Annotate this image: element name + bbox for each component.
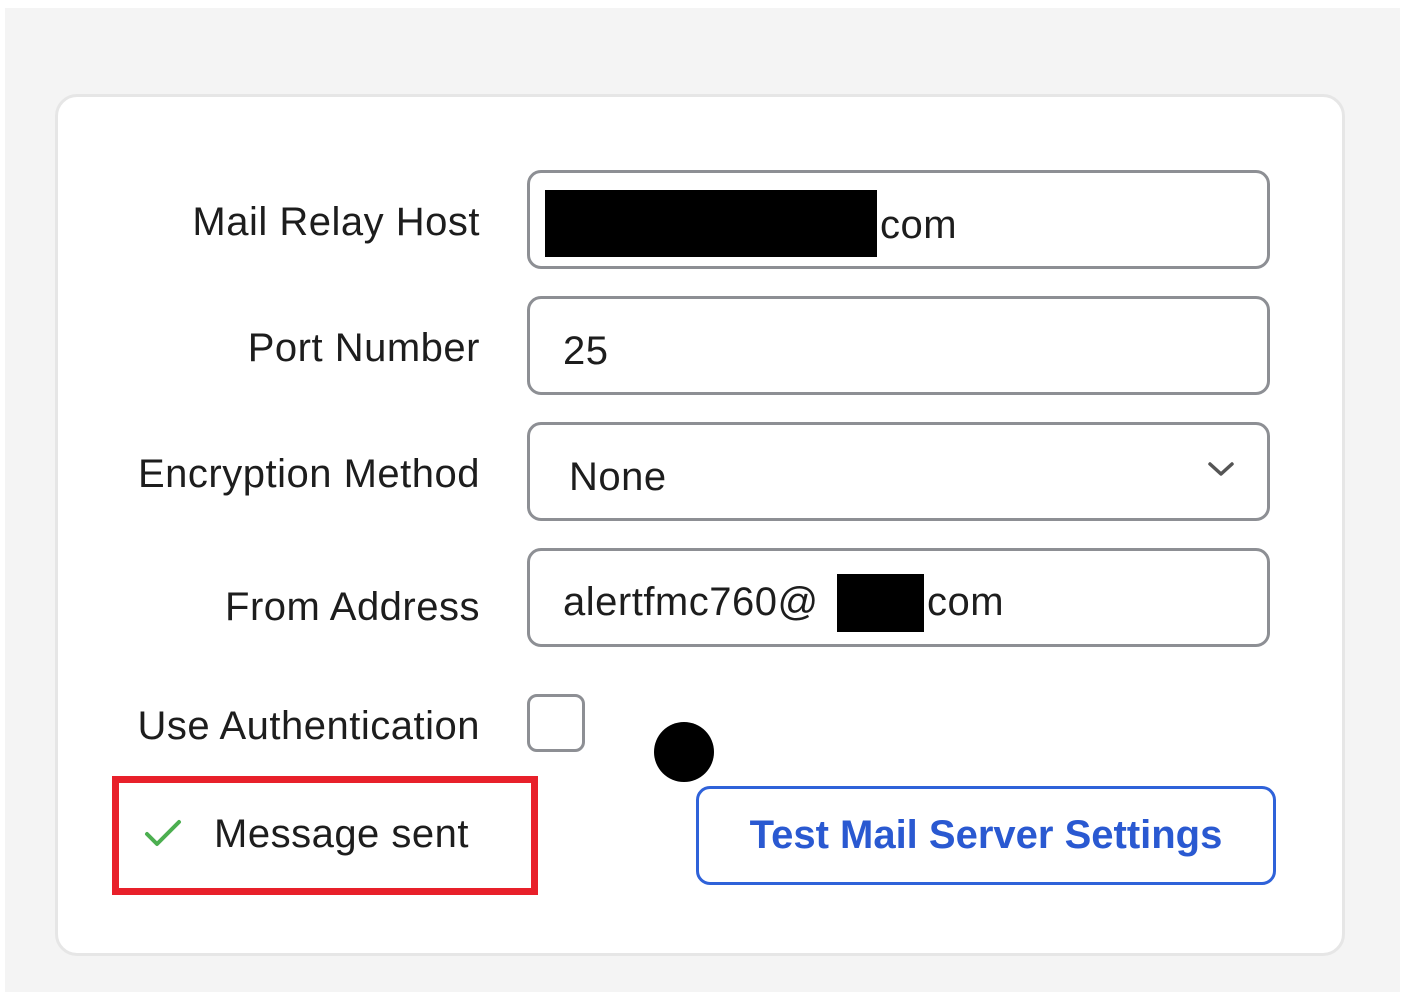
from-address-label: From Address	[225, 585, 480, 629]
redacted-domain	[837, 574, 924, 632]
port-number-label: Port Number	[247, 326, 480, 370]
redacted-hostname	[545, 190, 877, 257]
chevron-down-icon	[1208, 462, 1234, 476]
from-address-input[interactable]: alertfmc760@ com	[527, 548, 1270, 647]
use-authentication-label: Use Authentication	[137, 704, 480, 748]
test-mail-server-settings-button[interactable]: Test Mail Server Settings	[696, 786, 1276, 885]
mail-relay-host-input[interactable]: com	[527, 170, 1270, 269]
mail-relay-host-label: Mail Relay Host	[192, 200, 480, 244]
from-address-value-suffix: com	[927, 580, 1005, 624]
from-address-value-prefix: alertfmc760@	[563, 580, 819, 624]
mail-relay-host-value-suffix: com	[880, 203, 958, 247]
cursor-marker	[654, 722, 714, 782]
checkmark-icon	[145, 820, 181, 846]
encryption-method-selected-value: None	[569, 455, 667, 499]
port-number-value: 25	[563, 329, 609, 373]
use-authentication-checkbox[interactable]	[527, 694, 585, 752]
encryption-method-label: Encryption Method	[137, 452, 480, 496]
encryption-method-select[interactable]: None	[527, 422, 1270, 521]
port-number-input[interactable]: 25	[527, 296, 1270, 395]
status-message: Message sent	[214, 812, 470, 856]
